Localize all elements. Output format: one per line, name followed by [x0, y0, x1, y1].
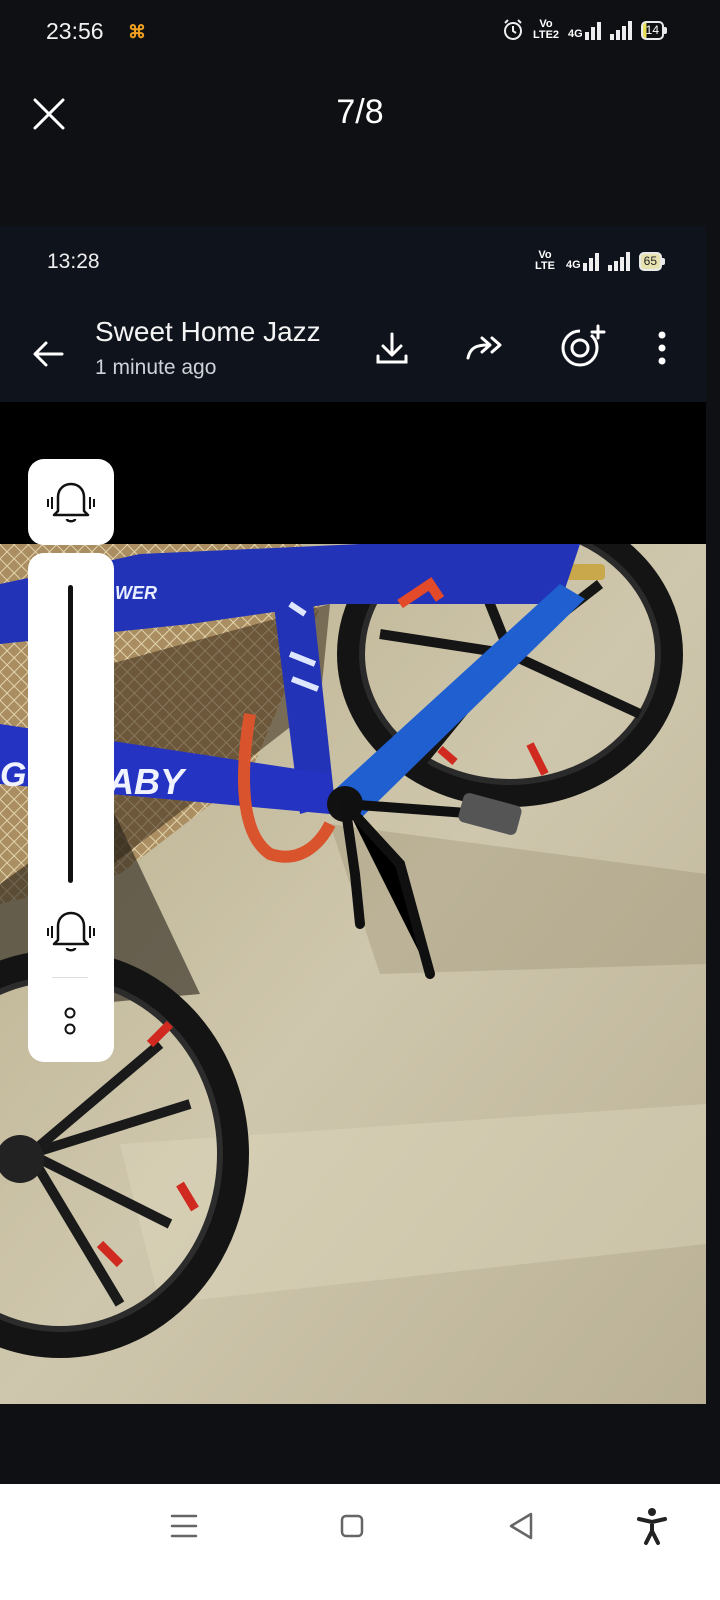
home-square-icon[interactable] [330, 1504, 374, 1548]
battery-level: 65 [643, 253, 657, 268]
network-type: 4G [565, 259, 581, 271]
download-icon[interactable] [370, 326, 414, 370]
back-triangle-icon[interactable] [499, 1504, 543, 1548]
signal-bars [609, 20, 632, 40]
volume-slider[interactable] [68, 585, 73, 883]
frame-text-1: WER [115, 583, 157, 603]
battery-level: 14 [645, 22, 659, 37]
signal-bars [607, 251, 630, 271]
battery-indicator: 65 [638, 251, 666, 271]
add-status-icon[interactable] [558, 322, 606, 370]
battery-indicator: 14 [640, 20, 668, 40]
alarm-icon [503, 19, 522, 40]
page-counter: 7/8 [336, 93, 384, 131]
bell-icon[interactable] [28, 888, 114, 974]
back-arrow-icon[interactable] [30, 336, 66, 372]
inner-status-time: 13:28 [47, 250, 100, 273]
volte-indicator: Vo LTE2 [532, 18, 560, 41]
inner-status-icons: Vo LTE 4G 65 [533, 249, 666, 272]
more-vert-icon[interactable] [640, 326, 684, 370]
panel-divider [52, 977, 88, 978]
floating-bell-button[interactable] [28, 459, 114, 545]
accessibility-icon[interactable] [630, 1504, 674, 1548]
viewer-bottom-bar [0, 1404, 720, 1484]
frame-text-2: ABY [107, 761, 187, 802]
status-time: 23:56 [46, 18, 104, 44]
forward-icon[interactable] [464, 326, 508, 370]
frame-text-3: G [0, 756, 26, 794]
notification-icon: ⌘ [128, 22, 146, 42]
menu-icon[interactable] [162, 1504, 206, 1548]
network-type: 4G [567, 28, 583, 40]
bell-icon [47, 482, 95, 523]
status-icons: Vo LTE2 4G 14 [502, 18, 668, 41]
volte-indicator: Vo LTE [534, 249, 555, 272]
signal-4g: 4G [568, 20, 601, 40]
chat-title[interactable]: Sweet Home Jazz [95, 316, 321, 348]
more-options-icon[interactable] [58, 1004, 82, 1038]
signal-4g: 4G [566, 251, 599, 271]
status-bar: 23:56 ⌘ Vo LTE2 4G 14 [0, 0, 720, 64]
chat-timestamp: 1 minute ago [95, 356, 217, 379]
